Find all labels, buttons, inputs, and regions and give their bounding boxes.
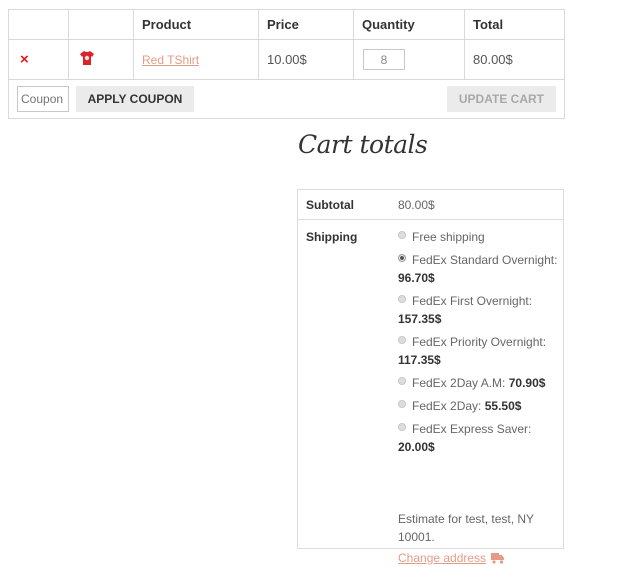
change-address-label: Change address xyxy=(398,551,487,565)
shipping-option[interactable]: FedEx 2Day: 55.50$ xyxy=(398,397,560,415)
shipping-option-label: FedEx Standard Overnight: xyxy=(412,253,558,267)
shipping-option[interactable]: FedEx Priority Overnight: 117.35$ xyxy=(398,333,560,369)
quantity-input[interactable] xyxy=(363,49,405,70)
shipping-option-label: FedEx First Overnight: xyxy=(412,294,533,308)
shipping-label: Shipping xyxy=(306,230,358,244)
shipping-option-price: 96.70$ xyxy=(398,271,435,285)
remove-cell: × xyxy=(8,39,69,80)
product-cell: Red TShirt xyxy=(133,39,259,80)
shipping-options: Free shipping FedEx Standard Overnight: … xyxy=(398,228,560,461)
truck-icon xyxy=(491,553,505,567)
total-cell: 80.00$ xyxy=(464,39,565,80)
shipping-option-label: FedEx Express Saver: xyxy=(412,422,532,436)
quantity-cell xyxy=(353,39,465,80)
cart-item-row: × Red TShirt 10.00$ 80.00$ xyxy=(8,39,565,80)
update-cart-button[interactable]: UPDATE CART xyxy=(446,86,556,112)
header-remove xyxy=(8,9,69,40)
shipping-option[interactable]: FedEx 2Day A.M: 70.90$ xyxy=(398,374,560,392)
header-quantity: Quantity xyxy=(353,9,465,40)
shipping-option-label: FedEx 2Day: xyxy=(412,399,482,413)
header-price: Price xyxy=(258,9,354,40)
shipping-radio[interactable] xyxy=(398,295,406,303)
shipping-option-label: Free shipping xyxy=(412,230,485,244)
cart-header-row: Product Price Quantity Total xyxy=(8,9,565,40)
apply-coupon-button[interactable]: APPLY COUPON xyxy=(75,86,195,112)
cart-actions-row: APPLY COUPON UPDATE CART xyxy=(8,79,565,119)
change-address-link[interactable]: Change address xyxy=(398,551,505,567)
shipping-option-label: FedEx 2Day A.M: xyxy=(412,376,506,390)
subtotal-row: Subtotal 80.00$ xyxy=(298,190,563,220)
estimate-block: Estimate for test, test, NY 10001. Chang… xyxy=(398,504,558,567)
shipping-radio[interactable] xyxy=(398,423,406,431)
shipping-radio[interactable] xyxy=(398,336,406,344)
shipping-option-price: 157.35$ xyxy=(398,312,442,326)
shipping-option-price: 70.90$ xyxy=(508,376,546,390)
cart-totals-panel: Subtotal 80.00$ Shipping Free shipping F… xyxy=(297,189,564,565)
shipping-option-price: 20.00$ xyxy=(398,440,435,454)
shipping-radio-selected[interactable] xyxy=(398,254,406,262)
price-cell: 10.00$ xyxy=(258,39,354,80)
shipping-option-label: FedEx Priority Overnight: xyxy=(412,335,547,349)
shipping-option[interactable]: FedEx Standard Overnight: 96.70$ xyxy=(398,251,560,287)
coupon-input[interactable] xyxy=(17,86,69,112)
shipping-option[interactable]: FedEx First Overnight: 157.35$ xyxy=(398,292,560,328)
shipping-option-price: 117.35$ xyxy=(398,353,441,367)
remove-item-button[interactable]: × xyxy=(20,51,29,68)
shipping-option[interactable]: Free shipping xyxy=(398,228,560,246)
thumbnail-cell xyxy=(68,39,134,80)
cart-table: Product Price Quantity Total × Red TShir… xyxy=(8,9,565,119)
header-total: Total xyxy=(464,9,565,40)
tshirt-icon[interactable] xyxy=(79,50,95,69)
shipping-radio[interactable] xyxy=(398,377,406,385)
shipping-radio[interactable] xyxy=(398,400,406,408)
shipping-estimate: Estimate for test, test, NY 10001. xyxy=(398,512,534,544)
header-thumbnail xyxy=(68,9,134,40)
shipping-option[interactable]: FedEx Express Saver: 20.00$ xyxy=(398,420,560,456)
cart-totals-title: Cart totals xyxy=(298,130,428,159)
actions-cell: APPLY COUPON UPDATE CART xyxy=(8,79,565,119)
product-link[interactable]: Red TShirt xyxy=(142,53,199,67)
shipping-radio[interactable] xyxy=(398,231,406,239)
subtotal-label: Subtotal xyxy=(306,198,354,212)
subtotal-value: 80.00$ xyxy=(398,198,435,212)
header-product: Product xyxy=(133,9,259,40)
shipping-option-price: 55.50$ xyxy=(484,399,522,413)
